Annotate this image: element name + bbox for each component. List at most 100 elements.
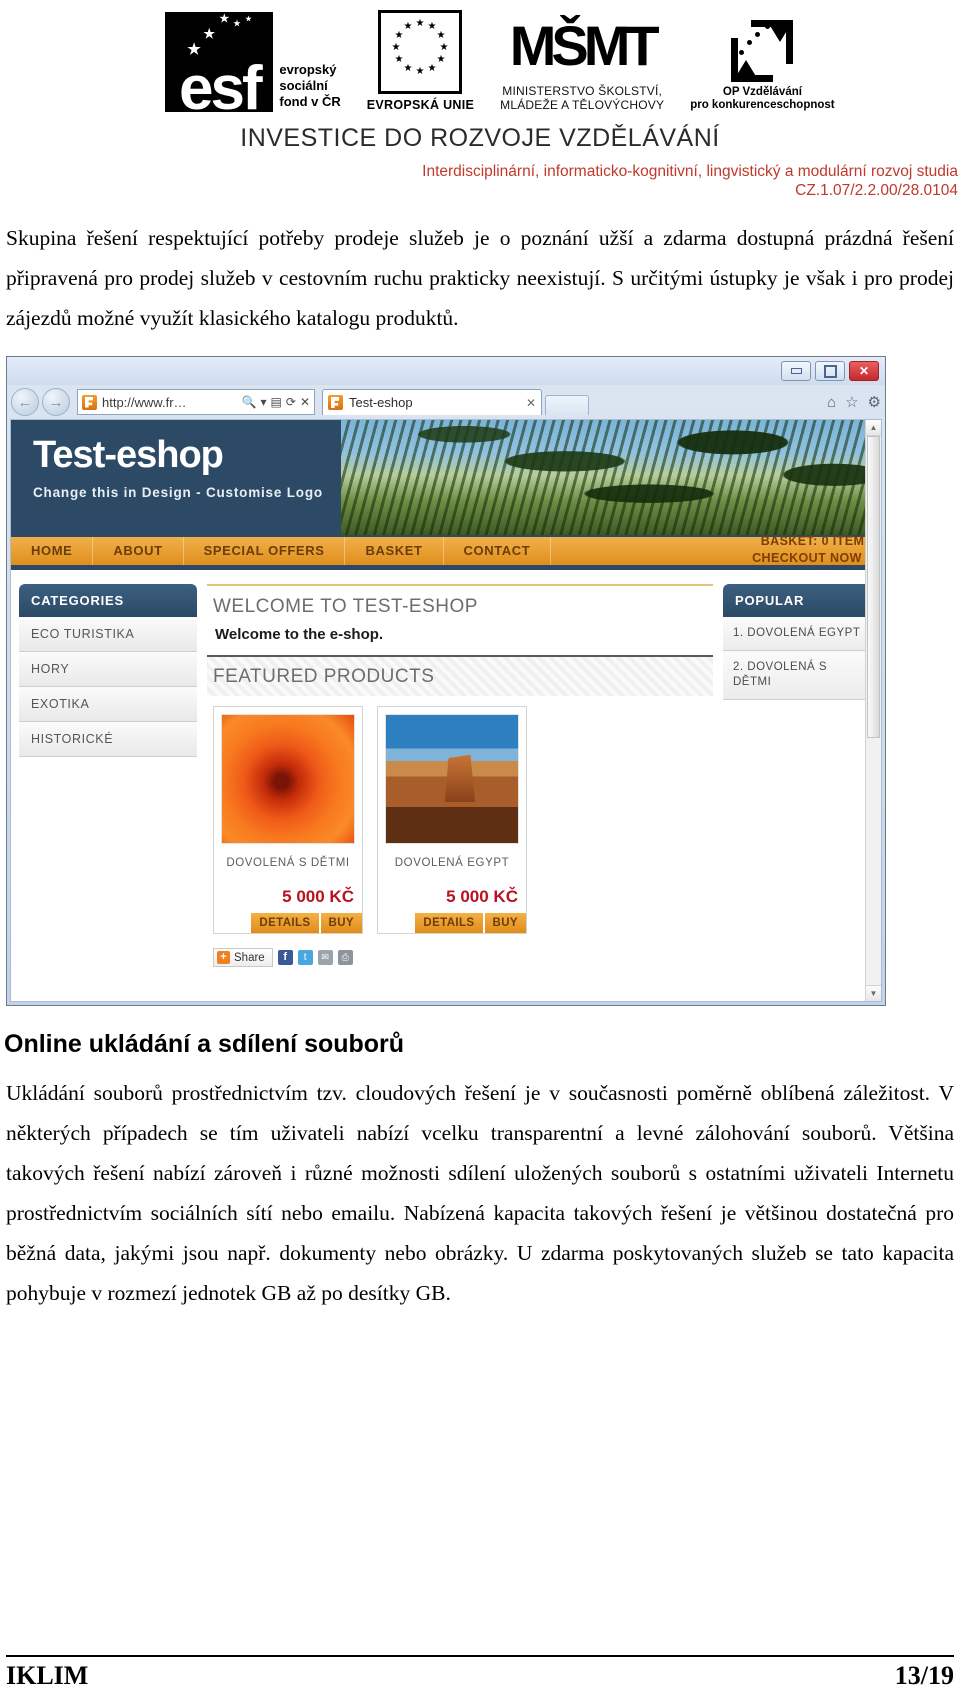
product-price: 5 000 KČ <box>446 887 518 906</box>
site-body: CATEGORIES ECO TURISTIKA HORY EXOTIKA HI… <box>11 570 881 970</box>
favorites-star-icon[interactable]: ☆ <box>845 393 858 411</box>
home-icon[interactable]: ⌂ <box>827 394 836 411</box>
eu-caption: EVROPSKÁ UNIE <box>366 98 475 112</box>
details-button[interactable]: DETAILS <box>415 913 483 933</box>
op-caption: OP Vzdělávání pro konkurenceschopnost <box>690 86 834 112</box>
facebook-icon[interactable]: f <box>277 950 293 965</box>
site-logo-title: Test-eshop <box>33 434 224 476</box>
op-logo-dots <box>725 16 799 86</box>
eu-flag-logo: ★ ★ ★ ★ ★ ★ ★ ★ ★ ★ ★ ★ EVROPSKÁ UNIE <box>367 10 474 112</box>
share-label: Share <box>234 951 265 964</box>
window-controls: ✕ <box>781 361 879 381</box>
compatibility-view-icon[interactable]: ▤ <box>271 396 282 408</box>
product-image <box>385 714 519 844</box>
popular-title: POPULAR <box>723 584 873 617</box>
refresh-icon[interactable]: ⟳ <box>286 396 296 408</box>
site-navigation: HOME ABOUT SPECIAL OFFERS BASKET CONTACT… <box>11 534 881 567</box>
tab-close-icon[interactable]: ✕ <box>526 396 536 410</box>
plus-icon: + <box>217 951 230 964</box>
share-button[interactable]: + Share <box>213 948 273 967</box>
investice-slogan: INVESTICE DO ROZVOJE VZDĚLÁVÁNÍ <box>240 124 720 152</box>
twitter-icon[interactable]: t <box>297 950 313 965</box>
category-item-eco-turistika[interactable]: ECO TURISTIKA <box>19 617 197 652</box>
minimize-button[interactable] <box>781 361 811 381</box>
browser-screenshot: ✕ ← → http://www.fr… 🔍 ▾ ▤ ⟳ ✕ Test-esho… <box>6 356 886 1006</box>
browser-titlebar: ✕ <box>7 357 885 385</box>
section-heading: Online ukládání a sdílení souborů <box>4 1030 405 1058</box>
product-card[interactable]: DOVOLENÁ S DĚTMI 5 000 KČ DETAILS BUY <box>213 706 363 934</box>
favicon-icon <box>82 394 97 410</box>
popular-item-1[interactable]: 1. DOVOLENÁ EGYPT <box>723 617 873 651</box>
palm-tree-image <box>341 420 881 535</box>
nav-item-contact[interactable]: CONTACT <box>444 537 552 565</box>
forward-icon[interactable]: → <box>42 388 70 416</box>
project-number: CZ.1.07/2.2.00/28.0104 <box>795 182 958 199</box>
scrollbar-thumb[interactable] <box>867 436 880 738</box>
tab-strip: Test-eshop ✕ <box>322 389 816 415</box>
product-name: DOVOLENÁ S DĚTMI <box>226 857 350 869</box>
category-item-exotika[interactable]: EXOTIKA <box>19 687 197 722</box>
welcome-heading: WELCOME TO TEST-ESHOP <box>207 584 713 624</box>
scroll-up-icon[interactable]: ▲ <box>866 420 881 436</box>
welcome-text: Welcome to the e-shop. <box>215 626 384 643</box>
back-icon[interactable]: ← <box>11 388 39 416</box>
op-logo-mark <box>725 16 800 86</box>
stop-icon[interactable]: ✕ <box>300 396 310 408</box>
site-banner: Test-eshop Change this in Design - Custo… <box>11 420 881 535</box>
basket-count-label: BASKET: 0 ITEMS <box>760 534 873 548</box>
categories-title: CATEGORIES <box>19 584 197 617</box>
tab-favicon-icon <box>328 395 343 410</box>
checkout-now-link[interactable]: CHECKOUT NOW » <box>752 550 873 567</box>
page-number: 13/19 <box>894 1661 954 1690</box>
browser-tab[interactable]: Test-eshop ✕ <box>322 389 542 415</box>
site-logo-subtitle: Change this in Design - Customise Logo <box>33 485 323 500</box>
featured-products-heading: FEATURED PRODUCTS <box>207 655 713 696</box>
msmt-caption: MINISTERSTVO ŠKOLSTVÍ, MLÁDEŽE A TĚLOVÝC… <box>500 84 664 112</box>
eu-flag-box: ★ ★ ★ ★ ★ ★ ★ ★ ★ ★ ★ ★ <box>378 10 463 94</box>
product-card[interactable]: DOVOLENÁ EGYPT 5 000 KČ DETAILS BUY <box>377 706 527 934</box>
vertical-scrollbar[interactable]: ▲ ▼ <box>865 420 881 1001</box>
details-button[interactable]: DETAILS <box>251 913 319 933</box>
esf-mark-text: esf <box>179 54 263 113</box>
chevron-down-icon[interactable]: ▾ <box>261 396 267 408</box>
address-input[interactable]: http://www.fr… <box>102 395 237 410</box>
nav-item-about[interactable]: ABOUT <box>93 537 184 565</box>
address-tools: 🔍 ▾ ▤ ⟳ ✕ <box>242 396 310 408</box>
main-content: WELCOME TO TEST-ESHOP Welcome to the e-s… <box>197 570 723 970</box>
nav-item-home[interactable]: HOME <box>11 537 94 565</box>
browser-navbar: ← → http://www.fr… 🔍 ▾ ▤ ⟳ ✕ Test-eshop … <box>7 385 885 419</box>
search-icon[interactable]: 🔍 <box>242 396 257 408</box>
op-caption-line-1: OP Vzdělávání <box>722 86 802 98</box>
buy-button[interactable]: BUY <box>484 913 526 933</box>
buy-button[interactable]: BUY <box>320 913 362 933</box>
op-vzdelavani-logo: OP Vzdělávání pro konkurenceschopnost <box>690 16 835 112</box>
msmt-caption-line-2: MLÁDEŽE A TĚLOVÝCHOVY <box>500 98 665 112</box>
category-item-hory[interactable]: HORY <box>19 652 197 687</box>
paragraph-2: Ukládání souborů prostřednictvím tzv. cl… <box>6 1081 954 1305</box>
nav-item-basket[interactable]: BASKET <box>345 537 444 565</box>
document-header: ★ ★ ★ ★ ★ esf evropský sociální fond v Č… <box>0 0 960 200</box>
esf-caption-line-2: sociální <box>279 78 328 93</box>
esf-caption: evropský sociální fond v ČR <box>279 62 340 112</box>
nav-item-special-offers[interactable]: SPECIAL OFFERS <box>184 537 346 565</box>
site-logo-block[interactable]: Test-eshop Change this in Design - Custo… <box>11 420 341 535</box>
browser-viewport: Test-eshop Change this in Design - Custo… <box>10 419 882 1002</box>
print-icon[interactable]: ⎙ <box>337 950 353 965</box>
body-text-top: Skupina řešení respektující potřeby prod… <box>0 218 960 338</box>
project-title: Interdisciplinární, informaticko-kogniti… <box>422 163 958 180</box>
email-icon[interactable]: ✉ <box>317 950 333 965</box>
product-name: DOVOLENÁ EGYPT <box>394 857 510 869</box>
footer-left-label: IKLIM <box>6 1661 89 1690</box>
close-button[interactable]: ✕ <box>849 361 879 381</box>
esf-logo-mark: ★ ★ ★ ★ ★ esf <box>165 12 274 113</box>
msmt-caption-line-1: MINISTERSTVO ŠKOLSTVÍ, <box>502 84 663 98</box>
new-tab-button[interactable] <box>545 395 589 415</box>
scroll-down-icon[interactable]: ▼ <box>866 985 881 1001</box>
category-item-historicke[interactable]: HISTORICKÉ <box>19 722 197 757</box>
maximize-button[interactable] <box>815 361 845 381</box>
popular-item-2[interactable]: 2. DOVOLENÁ S DĚTMI <box>723 651 873 700</box>
gear-icon[interactable]: ⚙ <box>868 393 881 411</box>
share-bar: + Share f t ✉ ⎙ <box>207 934 713 967</box>
product-grid: DOVOLENÁ S DĚTMI 5 000 KČ DETAILS BUY DO… <box>207 696 713 934</box>
address-bar[interactable]: http://www.fr… 🔍 ▾ ▤ ⟳ ✕ <box>77 389 315 415</box>
